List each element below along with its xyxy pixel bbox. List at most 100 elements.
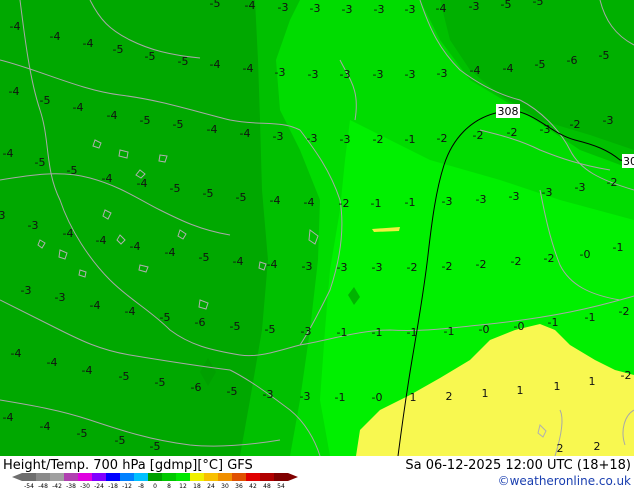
colorbar-swatch [50,473,64,481]
temperature-label: -5 [199,251,210,264]
colorbar-swatch [260,473,274,481]
temperature-label: 1 [589,375,596,388]
temperature-label: -4 [243,62,254,75]
temperature-label: 1 [482,387,489,400]
temperature-label: -4 [11,347,22,360]
colorbar-tick-label: -18 [108,483,118,490]
temperature-label: -4 [233,255,244,268]
temperature-label: -1 [407,326,418,339]
colorbar-tick-label: 18 [193,483,201,490]
temperature-label: 1 [554,380,561,393]
temperature-label: -1 [613,241,624,254]
temperature-label: -1 [372,326,383,339]
colorbar-swatch [134,473,148,481]
temperature-label: -3 [300,390,311,403]
temperature-label: -5 [113,43,124,56]
colorbar-swatch [176,473,190,481]
temperature-label: -5 [236,191,247,204]
temperature-label: -4 [165,246,176,259]
temperature-label: -2 [476,258,487,271]
colorbar-swatch [204,473,218,481]
colorbar-tick-label: -42 [52,483,62,490]
colorbar-tick-label: 30 [221,483,229,490]
temperature-label: -3 [374,3,385,16]
colorbar-tick-label: -48 [38,483,48,490]
temperature-label: -2 [621,369,632,382]
temperature-label: -2 [570,118,581,131]
temperature-label: -3 [476,193,487,206]
colorbar-tick-label: 0 [153,483,157,490]
colorbar-tick-label: 8 [167,483,171,490]
temperature-label: -5 [160,311,171,324]
temperature-label: -5 [599,49,610,62]
temperature-label: -5 [230,320,241,333]
temperature-label: -4 [137,177,148,190]
temperature-label: 2 [446,390,453,403]
colorbar-swatch [148,473,162,481]
temperature-label: -3 [342,3,353,16]
colorbar-swatch [78,473,92,481]
colorbar-swatch [22,473,36,481]
colorbar-tick-label: 36 [235,483,243,490]
temperature-label: -5 [140,114,151,127]
colorbar-swatch [120,473,134,481]
temperature-label: -4 [125,305,136,318]
temperature-label: -3 [263,388,274,401]
temperature-label: -0 [580,248,591,261]
temperature-label: -2 [407,261,418,274]
temperature-label: -3 [603,114,614,127]
temperature-label: -3 [273,130,284,143]
temperature-label: -3 [301,325,312,338]
temperature-label: -3 [540,123,551,136]
colorbar-tick-label: -8 [138,483,144,490]
colorbar-swatch [106,473,120,481]
temperature-label: -4 [3,147,14,160]
temperature-label: -4 [9,85,20,98]
temperature-label: 2 [594,440,601,453]
temperature-label: -2 [373,133,384,146]
map-title: Height/Temp. 700 hPa [gdmp][°C] GFS [3,458,253,473]
colorbar-tick-label: 24 [207,483,215,490]
temperature-label: -3 [340,133,351,146]
colorbar-tick-label: 54 [277,483,285,490]
temperature-label: -5 [501,0,512,11]
temperature-label: -3 [469,0,480,13]
temperature-label: -1 [405,133,416,146]
contour-label: 308 [623,155,634,168]
temperature-label: -2 [442,260,453,273]
temperature-label: -0 [514,320,525,333]
temperature-label: -3 [442,195,453,208]
colorbar-swatch [246,473,260,481]
temperature-label: -4 [240,127,251,140]
colorbar-tick-label: -38 [66,483,76,490]
temperature-label: -5 [170,182,181,195]
temperature-label: -5 [535,58,546,71]
temperature-label: -4 [83,37,94,50]
temperature-label: -3 [372,261,383,274]
temperature-label: -3 [373,68,384,81]
temperature-label: -4 [270,194,281,207]
temperature-label: -1 [444,325,455,338]
map-valid-time: Sa 06-12-2025 12:00 UTC (18+18) [405,458,631,473]
temperature-label: -5 [178,55,189,68]
contour-label: 308 [498,105,519,118]
temperature-label: -3 [575,181,586,194]
colorbar-tick-label: -54 [24,483,34,490]
temperature-label: -5 [119,370,130,383]
temperature-label: -5 [40,94,51,107]
temperature-label: -4 [73,101,84,114]
temperature-label: -3 [405,3,416,16]
temperature-label: -4 [130,240,141,253]
temperature-label: -4 [107,109,118,122]
temperature-label: -3 [310,2,321,15]
temperature-label: -4 [267,258,278,271]
temperature-label: -3 [340,68,351,81]
colorbar-swatch [190,473,204,481]
temperature-label: -2 [473,129,484,142]
temperature-label: -1 [335,391,346,404]
temperature-label: -4 [10,20,21,33]
temperature-label: -2 [511,255,522,268]
temperature-label: -5 [227,385,238,398]
colorbar-tick-label: 42 [249,483,257,490]
temperature-label: -5 [210,0,221,10]
